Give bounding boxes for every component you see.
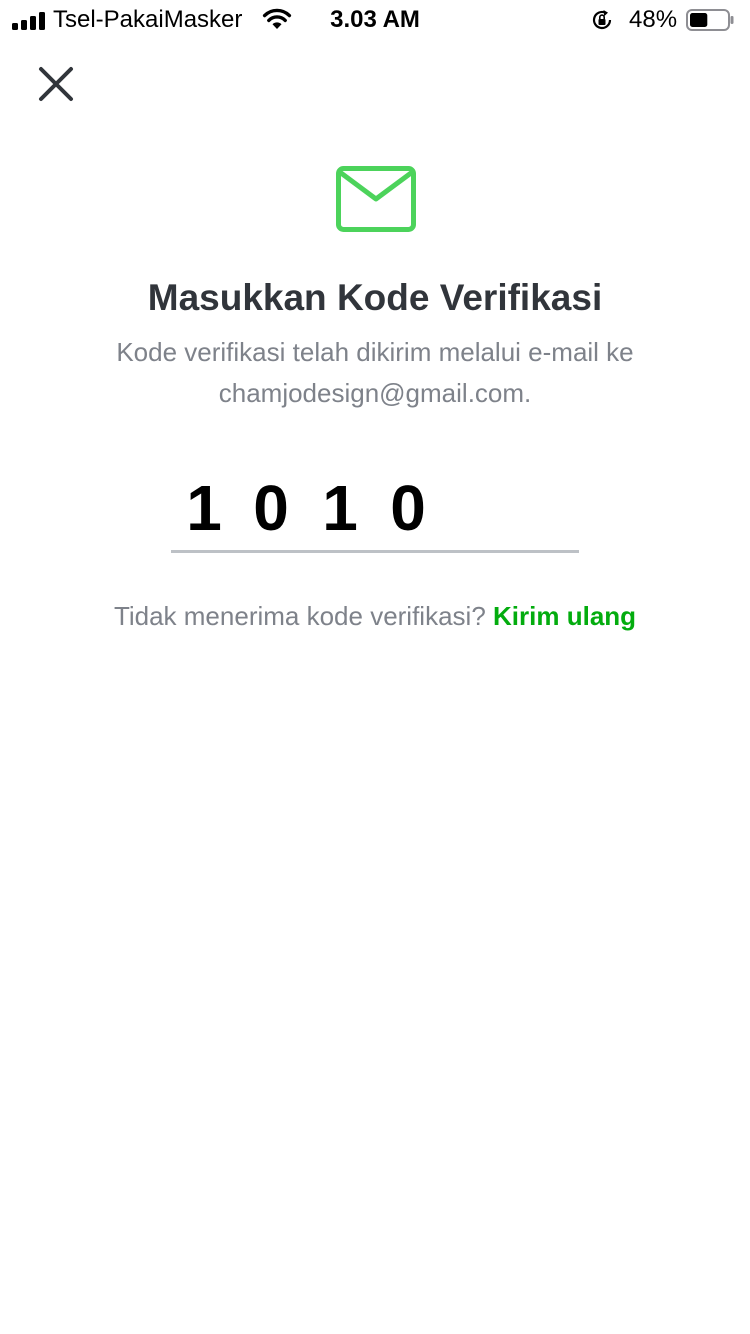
code-digits: 1 0 1 0 bbox=[171, 464, 579, 550]
resend-link[interactable]: Kirim ulang bbox=[493, 601, 636, 631]
code-digit-2: 0 bbox=[253, 472, 289, 544]
page-title: Masukkan Kode Verifikasi bbox=[147, 277, 603, 318]
verification-subtitle: Kode verifikasi telah dikirim melalui e-… bbox=[116, 337, 634, 408]
rotation-lock-icon bbox=[592, 10, 612, 30]
status-bar: Tsel-PakaiMasker 3.03 AM 48% bbox=[0, 0, 750, 40]
battery-icon bbox=[686, 9, 734, 31]
verification-code-input[interactable]: 1 0 1 0 bbox=[171, 464, 579, 554]
mail-icon bbox=[336, 166, 416, 232]
code-digit-1: 1 bbox=[186, 472, 222, 544]
code-digit-4: 0 bbox=[390, 472, 426, 544]
close-icon bbox=[39, 67, 73, 101]
code-digit-3: 1 bbox=[322, 472, 358, 544]
resend-row: Tidak menerima kode verifikasi? Kirim ul… bbox=[0, 596, 750, 636]
close-button[interactable] bbox=[26, 54, 86, 114]
resend-prompt: Tidak menerima kode verifikasi? bbox=[113, 601, 486, 631]
code-underline bbox=[171, 550, 579, 553]
battery-percent: 48% bbox=[629, 6, 678, 33]
